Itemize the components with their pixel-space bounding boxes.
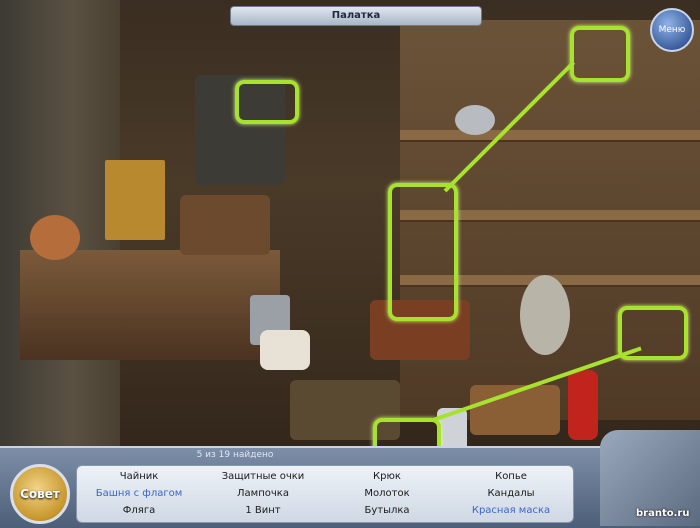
item-entry: Бутылка — [364, 505, 410, 516]
round-shield[interactable] — [520, 275, 570, 355]
workbench — [20, 250, 280, 360]
item-entry: Кандалы — [487, 488, 535, 499]
scales[interactable] — [105, 160, 165, 240]
item-entry-found: Башня с флагом — [95, 488, 183, 499]
watermark: branto.ru — [636, 508, 690, 519]
fire-extinguisher[interactable] — [568, 370, 598, 440]
lightbulb-highlight — [235, 80, 299, 124]
menu-button[interactable]: Меню — [650, 8, 694, 52]
location-title: Палатка — [230, 6, 482, 26]
item-list: Чайник Защитные очки Крюк Копье Башня с … — [76, 465, 574, 523]
knight-helmet[interactable] — [455, 105, 495, 135]
found-counter: 5 из 19 найдено — [196, 450, 274, 460]
item-entry: 1 Винт — [245, 505, 281, 516]
copper-kettle[interactable] — [30, 215, 80, 260]
item-entry: Защитные очки — [221, 471, 305, 482]
item-entry: Лампочка — [237, 488, 289, 499]
item-entry: Копье — [495, 471, 527, 482]
item-entry-found: Красная маска — [471, 505, 551, 516]
hint-button[interactable]: Совет — [10, 464, 70, 524]
flag-highlight — [570, 26, 630, 82]
item-entry: Чайник — [119, 471, 159, 482]
mug[interactable] — [260, 330, 310, 370]
item-entry: Фляга — [122, 505, 156, 516]
eiffel-tower-highlight — [388, 183, 458, 321]
leather-bag[interactable] — [180, 195, 270, 255]
item-entry: Молоток — [364, 488, 410, 499]
item-entry: Крюк — [373, 471, 401, 482]
shelf-plank — [400, 130, 700, 142]
